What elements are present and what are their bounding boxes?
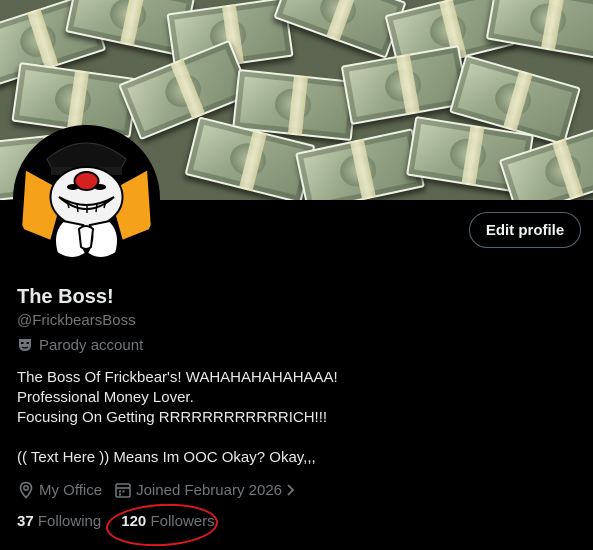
theater-masks-icon	[19, 339, 31, 351]
profile-handle: @FrickbearsBoss	[17, 312, 136, 329]
chevron-right-icon	[287, 484, 295, 496]
location-text: My Office	[39, 481, 103, 499]
avatar[interactable]	[13, 125, 160, 272]
calendar-icon	[115, 483, 131, 498]
banner-money-bill	[340, 45, 470, 125]
bio-line	[17, 428, 577, 448]
profile-display-name: The Boss!	[17, 286, 114, 308]
bio-line: Focusing On Getting RRRRRRRRRRRRICH!!!	[17, 409, 328, 426]
parody-account-label: Parody account	[39, 336, 144, 354]
joined-date-text: Joined February 2026	[136, 481, 283, 499]
follow-stats: 37 Following 120 Followers	[17, 513, 235, 530]
profile-bio: The Boss Of Frickbear's! WAHAHAHAHAHAAA!…	[17, 368, 577, 468]
following-label: Following	[37, 513, 102, 530]
profile-meta: My Office Joined February 2026	[17, 480, 308, 500]
parody-account-badge[interactable]: Parody account	[17, 336, 143, 354]
cartoon-boss-avatar-image	[17, 129, 156, 268]
following-count: 37	[17, 513, 34, 530]
bio-line: Professional Money Lover.	[17, 389, 194, 406]
location-item: My Office	[17, 481, 102, 499]
edit-profile-button[interactable]: Edit profile	[469, 212, 581, 248]
joined-date-item[interactable]: Joined February 2026	[114, 481, 296, 499]
followers-count: 120	[121, 513, 147, 530]
banner-money-bill	[273, 0, 407, 59]
banner-money-bill	[485, 0, 593, 60]
location-pin-icon	[19, 481, 33, 499]
following-link[interactable]: 37 Following	[17, 513, 101, 530]
bio-line: The Boss Of Frickbear's! WAHAHAHAHAHAAA!	[17, 369, 338, 386]
banner-money-bill	[295, 128, 425, 200]
bio-line: (( Text Here )) Means Im OOC Okay? Okay,…	[17, 449, 316, 466]
followers-link[interactable]: 120 Followers	[121, 513, 214, 530]
followers-label: Followers	[150, 513, 215, 530]
